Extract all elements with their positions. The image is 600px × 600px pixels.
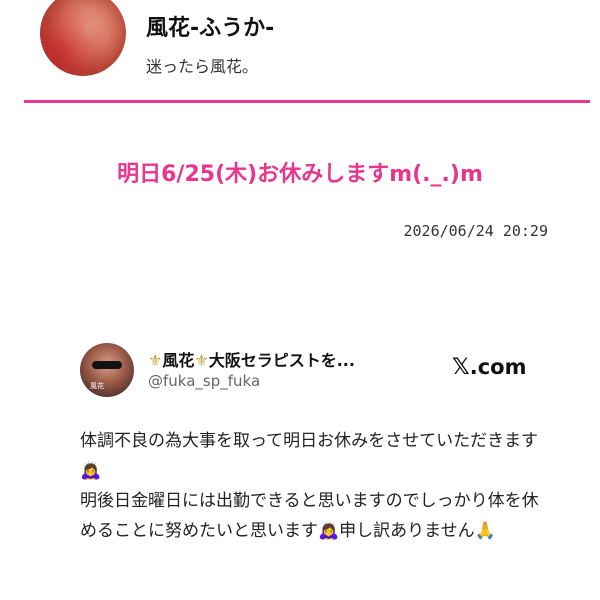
embed-handle[interactable]: @fuka_sp_fuka bbox=[148, 372, 260, 390]
folded-hands-icon: 🙏 bbox=[474, 521, 496, 541]
profile-name[interactable]: 風花-ふうか- bbox=[146, 10, 274, 42]
fleur-icon: ⚜ bbox=[194, 351, 209, 370]
post-datetime: 2026/06/24 20:29 bbox=[403, 222, 549, 240]
embed-paragraph-1: 体調不良の為大事を取って明日お休みをさせていただきます 🙇‍♀️ bbox=[80, 426, 550, 486]
embed-line-3: 申し訳ありません bbox=[339, 521, 475, 541]
sunglasses-shape bbox=[92, 361, 122, 369]
x-logo-icon: 𝕏 bbox=[452, 355, 470, 380]
profile-tagline: 迷ったら風花。 bbox=[146, 57, 259, 76]
embed-paragraph-2: 明後日金曜日には出勤できると思いますのでしっかり体を休めることに努めたいと思いま… bbox=[80, 486, 550, 546]
post-title: 明日6/25(木)お休みしますm(._.)m bbox=[117, 162, 483, 187]
blog-post-page: 風花-ふうか- 迷ったら風花。 明日6/25(木)お休みしますm(._.)m 2… bbox=[0, 0, 600, 600]
header-divider bbox=[24, 100, 590, 103]
x-com-text: .com bbox=[469, 355, 527, 379]
bowing-person-icon: 🙇‍♀️ bbox=[80, 461, 102, 481]
profile-avatar[interactable] bbox=[40, 0, 126, 76]
embed-line-1: 体調不良の為大事を取って明日お休みをさせていただきます bbox=[80, 431, 539, 451]
avatar-tag: 風花 bbox=[90, 382, 104, 390]
embed-display-name-suffix: 大阪セラピストを... bbox=[208, 351, 355, 370]
bowing-person-icon: 🙇‍♀️ bbox=[318, 521, 340, 541]
x-com-link[interactable]: 𝕏.com bbox=[452, 355, 526, 380]
avatar-shade bbox=[40, 0, 126, 76]
fleur-icon: ⚜ bbox=[148, 351, 163, 370]
embed-body: 体調不良の為大事を取って明日お休みをさせていただきます 🙇‍♀️ 明後日金曜日には… bbox=[80, 426, 550, 546]
embed-display-name[interactable]: ⚜風花⚜大阪セラピストを... bbox=[148, 347, 355, 371]
embed-display-name-text: 風花 bbox=[162, 351, 195, 370]
embed-avatar[interactable]: 風花 bbox=[80, 343, 134, 397]
